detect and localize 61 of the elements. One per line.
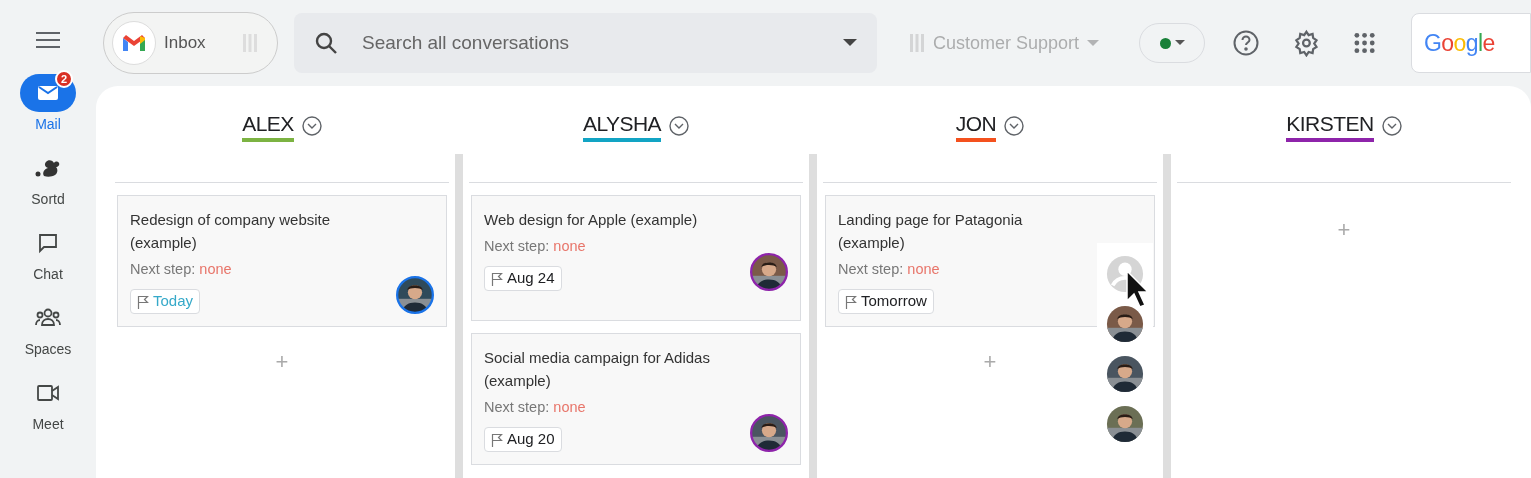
unread-badge: 2 — [55, 70, 73, 88]
video-camera-icon — [36, 383, 60, 403]
next-step-text: Next step: none — [838, 260, 940, 279]
search-field[interactable]: Search all conversations — [362, 28, 843, 58]
card-title: Web design for Apple (example) — [484, 210, 699, 230]
flag-icon — [491, 432, 503, 447]
inbox-switcher[interactable]: Inbox — [103, 12, 278, 74]
sidebar-label: Chat — [33, 265, 63, 284]
task-card[interactable]: Social media campaign for Adidas (example) Next step: none Aug 20 — [471, 333, 801, 465]
task-card[interactable]: Redesign of company website (example) Next step: none Today — [117, 195, 447, 327]
column-title: JON — [955, 110, 997, 142]
column-title: ALYSHA — [582, 110, 662, 142]
due-date: Aug 24 — [507, 268, 555, 289]
due-date: Today — [153, 291, 194, 312]
next-step-text: Next step: none — [130, 260, 232, 279]
menu-icon[interactable] — [35, 30, 61, 50]
sidebar-item[interactable]: Chat — [20, 224, 76, 285]
chevron-down-icon[interactable] — [1004, 116, 1025, 136]
due-date-tag[interactable]: Aug 20 — [484, 427, 562, 452]
gmail-logo — [122, 34, 146, 52]
card-title: Redesign of company website (example) — [130, 210, 332, 253]
help-icon[interactable] — [1233, 30, 1260, 56]
chevron-down-icon[interactable] — [301, 116, 322, 136]
card-title: Landing page for Patagonia (example) — [838, 210, 1024, 253]
people-icon — [34, 307, 62, 329]
flag-icon — [845, 294, 857, 309]
caret-icon — [1087, 39, 1100, 47]
google-logo: Google — [1424, 28, 1495, 58]
drag-handle-icon — [908, 34, 925, 52]
settings-icon[interactable] — [1293, 29, 1320, 57]
chat-icon — [36, 231, 60, 255]
inbox-label: Inbox — [164, 32, 206, 55]
sidebar-item[interactable]: Spaces — [20, 299, 76, 360]
next-step-text: Next step: none — [484, 237, 586, 256]
next-step-text: Next step: none — [484, 398, 586, 417]
column-title: KIRSTEN — [1286, 110, 1374, 142]
sidebar-item[interactable]: Meet — [20, 374, 76, 435]
account-button[interactable]: Google — [1411, 13, 1531, 73]
sidebar-label: Spaces — [24, 340, 72, 359]
due-date: Tomorrow — [861, 291, 927, 312]
caret-icon[interactable] — [842, 39, 857, 47]
mail-icon — [37, 85, 59, 101]
sidebar-item[interactable]: Sortd — [20, 149, 76, 210]
task-card[interactable]: Web design for Apple (example) Next step: none Aug 24 — [471, 195, 801, 321]
flag-icon — [137, 294, 149, 309]
search-bar[interactable]: Search all conversations — [294, 13, 877, 73]
sidebar-label: Meet — [32, 415, 64, 434]
apps-grid-icon[interactable] — [1353, 32, 1375, 54]
chevron-down-icon[interactable] — [1381, 116, 1402, 136]
caret-icon — [1174, 40, 1185, 46]
due-date-tag[interactable]: Aug 24 — [484, 266, 562, 291]
card-title: Social media campaign for Adidas (example) — [484, 348, 711, 391]
column-title: ALEX — [242, 110, 294, 142]
sidebar-label: Sortd — [31, 190, 65, 209]
due-date: Aug 20 — [507, 429, 555, 450]
squirrel-icon — [35, 157, 61, 179]
flag-icon — [491, 271, 503, 286]
chevron-down-icon[interactable] — [669, 116, 690, 136]
sidebar-label: Mail — [35, 115, 61, 134]
due-date-tag[interactable]: Tomorrow — [838, 289, 934, 314]
search-icon — [314, 31, 338, 55]
